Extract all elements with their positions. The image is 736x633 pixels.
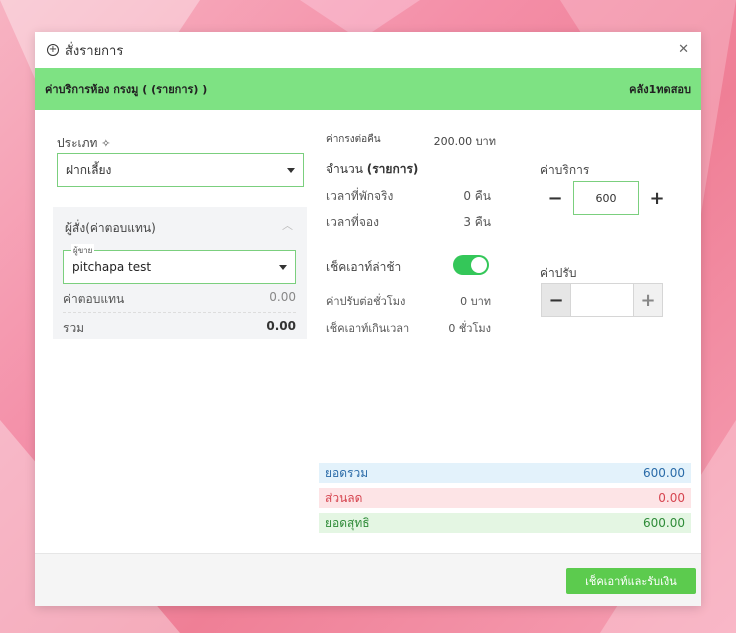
net-total-value: 600.00 [643,516,685,530]
seller-legend: ผู้ขาย [71,244,95,257]
room-service-title: ค่าบริการห้อง กรงมู ( (รายการ) ) [45,83,208,96]
chevron-down-icon [287,167,295,173]
orderer-panel: ผู้สั่ง(ค่าตอบแทน) ︿ pitchapa test ผู้ขา… [53,207,307,339]
booked-label: เวลาที่จอง [326,215,379,229]
fine-input[interactable] [571,283,633,317]
type-label: ประเภท ✧ [57,134,110,153]
fine-increment-button[interactable]: + [633,283,663,317]
service-charge-label: ค่าบริการ [540,163,590,177]
chevron-up-icon[interactable]: ︿ [282,217,293,233]
checkout-and-pay-button[interactable]: เช็คเอาท์และรับเงิน [566,568,696,594]
discount-value: 0.00 [658,491,685,505]
gross-total-label: ยอดรวม [325,465,369,480]
modal-body: ประเภท ✧ ฝากเลี้ยง ผู้สั่ง(ค่าตอบแทน) ︿ … [35,110,701,553]
actual-stay-value: 0 คืน [463,189,491,203]
modal-title: สั่งรายการ [65,43,124,59]
actual-stay-label: เวลาที่พักจริง [326,189,394,203]
service-decrement-button[interactable]: − [540,182,570,214]
fine-per-hour-row: ค่าปรับต่อชั่วโมง 0 บาท [326,292,491,310]
actual-stay-row: เวลาที่พักจริง 0 คืน [326,187,491,206]
fine-decrement-button[interactable]: − [541,283,571,317]
commission-row: ค่าตอบแทน 0.00 [63,290,296,309]
order-modal: + สั่งรายการ ✕ ค่าบริการห้อง กรงมู ( (รา… [35,32,701,606]
chevron-down-icon [279,264,287,270]
seller-select[interactable]: pitchapa test [63,250,296,284]
type-select[interactable]: ฝากเลี้ยง [57,153,304,187]
seller-select-value: pitchapa test [72,260,152,274]
service-charge-input[interactable]: 600 [573,181,639,215]
overtime-value: 0 ชั่วโมง [448,322,491,335]
commission-label: ค่าตอบแทน [63,292,125,306]
divider [63,312,296,313]
price-per-night-row: ค่ากรงต่อคืน 200.00 บาท [326,132,496,150]
fine-label: ค่าปรับ [540,266,577,280]
type-select-value: ฝากเลี้ยง [66,162,112,177]
orderer-panel-title: ผู้สั่ง(ค่าตอบแทน) [65,221,156,235]
warehouse-name: คลัง1ทดสอบ [629,83,691,96]
overtime-row: เช็คเอาท์เกินเวลา 0 ชั่วโมง [326,319,491,337]
late-checkout-toggle[interactable] [453,255,489,275]
net-total-row: ยอดสุทธิ 600.00 [319,513,691,533]
totals-block: ยอดรวม 600.00 ส่วนลด 0.00 ยอดสุทธิ 600.0… [319,463,691,533]
discount-row: ส่วนลด 0.00 [319,488,691,508]
quantity-label: จำนวน [326,162,363,176]
fine-per-hour-label: ค่าปรับต่อชั่วโมง [326,295,406,308]
commission-value: 0.00 [269,290,296,304]
service-charge-stepper: − 600 + [540,181,672,215]
sparkle-icon: ✧ [101,137,111,150]
overtime-label: เช็คเอาท์เกินเวลา [326,322,410,335]
quantity-header: จำนวน (รายการ) [326,160,418,179]
gross-total-value: 600.00 [643,466,685,480]
service-increment-button[interactable]: + [642,182,672,214]
price-per-night-label: ค่ากรงต่อคืน [326,134,381,145]
quantity-unit: (รายการ) [366,162,419,176]
modal-footer: เช็คเอาท์และรับเงิน [35,553,701,606]
type-label-text: ประเภท [57,136,98,150]
sum-label: รวม [63,321,85,335]
discount-label: ส่วนลด [325,490,363,505]
sum-value: 0.00 [266,319,296,333]
modal-header: + สั่งรายการ ✕ [35,32,701,68]
price-per-night-value: 200.00 บาท [433,135,496,148]
booked-value: 3 คืน [463,215,491,229]
sum-row: รวม 0.00 [63,319,296,338]
booked-row: เวลาที่จอง 3 คืน [326,213,491,232]
fine-per-hour-value: 0 บาท [460,295,491,308]
plus-circle-icon: + [47,44,59,56]
gross-total-row: ยอดรวม 600.00 [319,463,691,483]
room-header-bar: ค่าบริการห้อง กรงมู ( (รายการ) ) คลัง1ทด… [35,68,701,110]
net-total-label: ยอดสุทธิ [325,515,370,530]
fine-stepper: − + [541,283,663,317]
close-icon[interactable]: ✕ [678,42,689,57]
late-checkout-label: เช็คเอาท์ล่าช้า [326,260,402,274]
